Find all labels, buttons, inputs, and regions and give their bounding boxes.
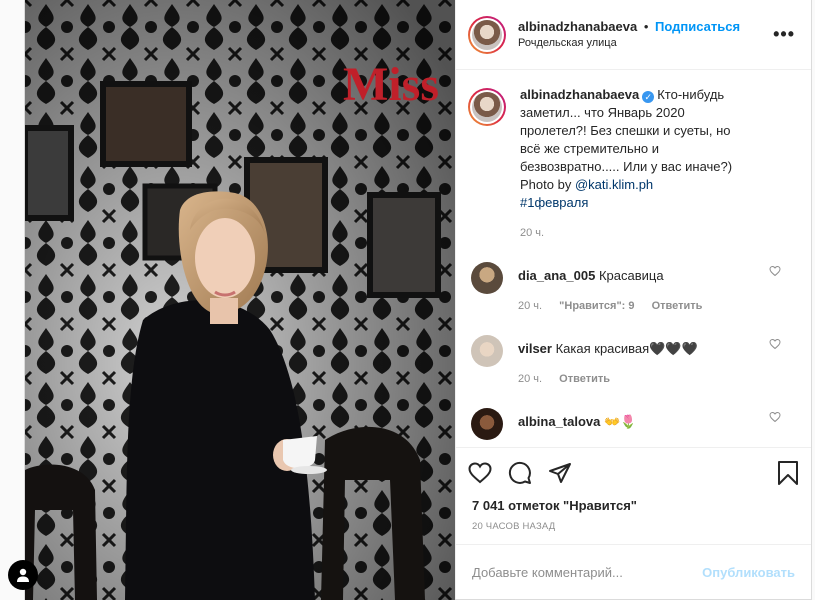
- comment-text: 👐🌷: [604, 414, 637, 429]
- comment-button[interactable]: [508, 453, 548, 493]
- reply-button[interactable]: Ответить: [559, 373, 610, 385]
- hashtag-link[interactable]: #1февраля: [520, 195, 588, 210]
- like-comment-heart-icon[interactable]: [769, 338, 781, 350]
- comment-avatar[interactable]: [471, 262, 503, 294]
- post-card: Miss albinadzhanabaeva • Подписаться Роч…: [24, 0, 812, 600]
- save-button[interactable]: [759, 453, 799, 493]
- post-header: albinadzhanabaeva • Подписаться Рочдельс…: [456, 0, 811, 70]
- reply-button[interactable]: Ответить: [652, 300, 703, 312]
- location-link[interactable]: Рочдельская улица: [518, 35, 773, 52]
- comment-item: vilser Какая красивая🖤🖤🖤 20 ч. Ответить: [468, 335, 795, 388]
- user-icon: [17, 568, 29, 582]
- comment-likes[interactable]: "Нравится": 9: [559, 300, 634, 312]
- comment-username[interactable]: vilser: [518, 341, 552, 356]
- post-photo[interactable]: Miss: [25, 0, 455, 600]
- comment-text: Красавица: [598, 268, 664, 283]
- post-time-ago: 20 ЧАСОВ НАЗАД: [472, 521, 556, 532]
- comment-time[interactable]: 20 ч.: [518, 373, 542, 385]
- bookmark-icon: [778, 460, 798, 485]
- header-text: albinadzhanabaeva • Подписаться Рочдельс…: [518, 18, 773, 52]
- add-comment-bar: Опубликовать: [456, 544, 811, 599]
- comments-section: albinadzhanabaeva ✓ Кто-нибудь заметил... …: [456, 70, 811, 447]
- action-bar: [456, 447, 811, 497]
- heart-icon: [468, 461, 492, 483]
- like-comment-heart-icon[interactable]: [769, 411, 781, 423]
- like-button[interactable]: [468, 453, 508, 493]
- follow-button[interactable]: Подписаться: [655, 19, 740, 34]
- comment-item: dia_ana_005 Красавица 20 ч. "Нравится": …: [468, 262, 795, 315]
- comment-time[interactable]: 20 ч.: [518, 300, 542, 312]
- comment-text: Какая красивая🖤🖤🖤: [555, 341, 698, 356]
- comment-avatar[interactable]: [471, 335, 503, 367]
- caption: albinadzhanabaeva ✓ Кто-нибудь заметил... …: [468, 86, 795, 242]
- like-comment-heart-icon[interactable]: [769, 265, 781, 277]
- user-profile-button[interactable]: [8, 560, 38, 590]
- caption-username[interactable]: albinadzhanabaeva: [520, 87, 639, 102]
- comment-username[interactable]: dia_ana_005: [518, 268, 595, 283]
- author-username[interactable]: albinadzhanabaeva: [518, 19, 637, 34]
- comment-username[interactable]: albina_talova: [518, 414, 600, 429]
- mention-link[interactable]: @kati.klim.ph: [575, 177, 653, 192]
- verified-badge-icon: ✓: [642, 91, 655, 103]
- publish-button[interactable]: Опубликовать: [702, 565, 795, 580]
- photo-illustration: Miss: [25, 0, 455, 600]
- author-avatar[interactable]: [468, 15, 506, 54]
- neon-sign: Miss: [343, 58, 439, 111]
- caption-avatar[interactable]: [468, 88, 506, 126]
- header-separator: •: [643, 18, 649, 34]
- post-sidebar: albinadzhanabaeva • Подписаться Рочдельс…: [455, 0, 811, 599]
- comment-input[interactable]: [472, 564, 703, 580]
- more-options-icon[interactable]: •••: [773, 24, 795, 45]
- caption-time[interactable]: 20 ч.: [520, 224, 748, 242]
- comment-item: albina_talova 👐🌷: [468, 408, 795, 440]
- share-button[interactable]: [548, 453, 588, 493]
- comment-avatar[interactable]: [471, 408, 503, 440]
- comment-bubble-icon: [508, 461, 531, 484]
- likes-count[interactable]: 7 041 отметок "Нравится": [456, 497, 811, 515]
- paper-plane-icon: [549, 462, 571, 483]
